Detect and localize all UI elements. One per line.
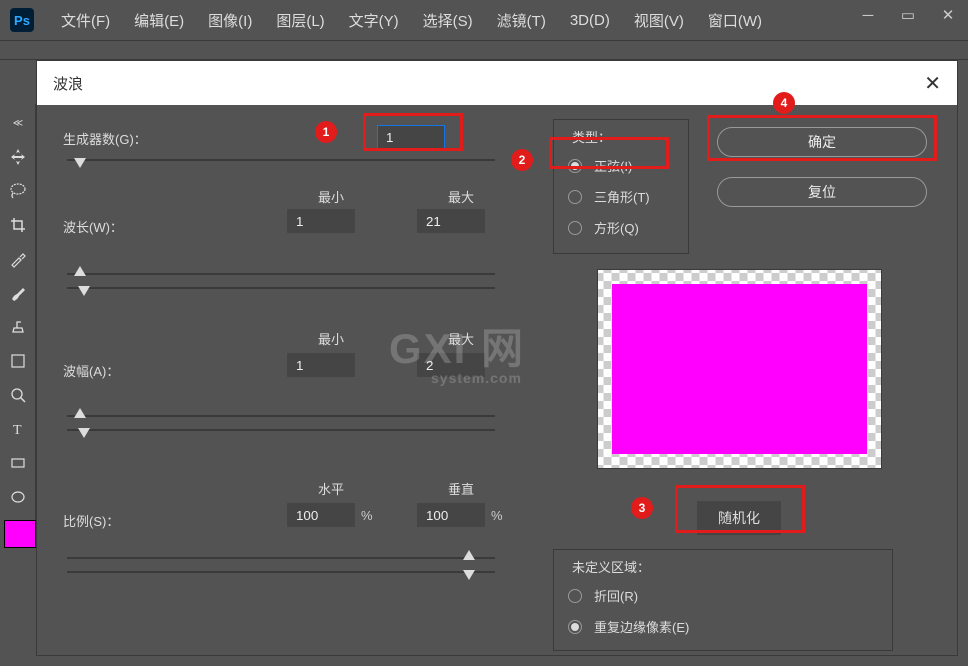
- radio-icon: [568, 589, 582, 603]
- close-icon[interactable]: ✕: [924, 71, 941, 96]
- amplitude-min-input[interactable]: [287, 353, 355, 377]
- crop-tool[interactable]: [2, 210, 34, 240]
- dialog-body: 生成器数(G)： 最小 最大 波长(W)： 最小 最大 波幅(A)：: [37, 105, 957, 655]
- amplitude-slider-max[interactable]: [67, 429, 495, 431]
- scale-h-label: 水平: [297, 479, 365, 498]
- scale-v-unit: %: [491, 508, 503, 523]
- undefined-wrap-label: 折回(R): [594, 586, 638, 605]
- preview-area: [597, 269, 882, 469]
- menu-3d[interactable]: 3D(D): [558, 12, 622, 29]
- scale-label: 比例(S)：: [63, 514, 119, 529]
- annotation-4: 4: [773, 92, 795, 114]
- generators-label: 生成器数(G)：: [63, 132, 147, 147]
- type-square-label: 方形(Q): [594, 218, 639, 237]
- scale-h-slider[interactable]: [67, 557, 495, 559]
- menu-edit[interactable]: 编辑(E): [122, 10, 196, 31]
- generators-slider[interactable]: [67, 159, 495, 161]
- minimize-button[interactable]: ─: [848, 0, 888, 30]
- annotation-3: 3: [631, 497, 653, 519]
- amplitude-max-input[interactable]: [417, 353, 485, 377]
- ellipse-tool[interactable]: [2, 482, 34, 512]
- annotation-box-3: [675, 485, 805, 533]
- clone-stamp-tool[interactable]: [2, 312, 34, 342]
- tools-panel: ≪ T: [0, 104, 36, 548]
- menu-image[interactable]: 图像(I): [196, 10, 264, 31]
- amplitude-slider-min[interactable]: [67, 415, 495, 417]
- menu-file[interactable]: 文件(F): [49, 10, 122, 31]
- preview-content: [612, 284, 867, 454]
- type-triangle-label: 三角形(T): [594, 187, 650, 206]
- eyedropper-tool[interactable]: [2, 244, 34, 274]
- menu-view[interactable]: 视图(V): [622, 10, 696, 31]
- brush-tool[interactable]: [2, 278, 34, 308]
- scale-v-label: 垂直: [427, 479, 495, 498]
- amplitude-label: 波幅(A)：: [63, 364, 119, 379]
- menu-filter[interactable]: 滤镜(T): [485, 10, 558, 31]
- zoom-tool[interactable]: [2, 380, 34, 410]
- wave-dialog: 波浪 ✕ 生成器数(G)： 最小 最大 波长(W)： 最小 最大 波幅(A): [36, 60, 958, 656]
- scale-h-unit: %: [361, 508, 373, 523]
- options-bar: [0, 40, 968, 60]
- type-triangle-radio[interactable]: 三角形(T): [568, 181, 674, 212]
- annotation-2: 2: [511, 149, 533, 171]
- menu-window[interactable]: 窗口(W): [696, 10, 774, 31]
- scale-h-input[interactable]: [287, 503, 355, 527]
- undefined-group: 未定义区域： 折回(R) 重复边缘像素(E): [553, 549, 893, 651]
- type-tool[interactable]: T: [2, 414, 34, 444]
- undefined-legend: 未定义区域：: [568, 557, 654, 576]
- reset-button[interactable]: 复位: [717, 177, 927, 207]
- undefined-wrap-radio[interactable]: 折回(R): [568, 580, 878, 611]
- scale-v-input[interactable]: [417, 503, 485, 527]
- panel-collapse-icon[interactable]: ≪: [2, 108, 34, 138]
- menu-layer[interactable]: 图层(L): [264, 10, 336, 31]
- wavelength-min-input[interactable]: [287, 209, 355, 233]
- lasso-tool[interactable]: [2, 176, 34, 206]
- annotation-1: 1: [315, 121, 337, 143]
- menu-type[interactable]: 文字(Y): [337, 10, 411, 31]
- radio-icon: [568, 190, 582, 204]
- radio-icon: [568, 620, 582, 634]
- close-button[interactable]: ✕: [928, 0, 968, 30]
- move-tool[interactable]: [2, 142, 34, 172]
- gradient-tool[interactable]: [2, 346, 34, 376]
- dialog-titlebar: 波浪 ✕: [37, 61, 957, 105]
- radio-icon: [568, 221, 582, 235]
- maximize-button[interactable]: ▭: [888, 0, 928, 30]
- wavelength-label: 波长(W)：: [63, 220, 123, 235]
- annotation-box-2: [549, 137, 669, 169]
- app-logo: Ps: [10, 8, 34, 32]
- menubar: Ps 文件(F) 编辑(E) 图像(I) 图层(L) 文字(Y) 选择(S) 滤…: [0, 0, 968, 40]
- dialog-title: 波浪: [53, 73, 83, 94]
- annotation-box-4: [707, 115, 937, 161]
- undefined-repeat-label: 重复边缘像素(E): [594, 617, 689, 636]
- amplitude-min-label: 最小: [297, 329, 365, 348]
- wavelength-max-label: 最大: [427, 187, 495, 206]
- svg-text:T: T: [13, 423, 22, 438]
- menu-select[interactable]: 选择(S): [411, 10, 485, 31]
- wavelength-min-label: 最小: [297, 187, 365, 206]
- scale-v-slider[interactable]: [67, 571, 495, 573]
- wavelength-slider-min[interactable]: [67, 273, 495, 275]
- amplitude-max-label: 最大: [427, 329, 495, 348]
- rectangle-tool[interactable]: [2, 448, 34, 478]
- window-controls: ─ ▭ ✕: [848, 0, 968, 40]
- annotation-box-1: [363, 113, 463, 151]
- undefined-repeat-radio[interactable]: 重复边缘像素(E): [568, 611, 878, 642]
- wavelength-slider-max[interactable]: [67, 287, 495, 289]
- foreground-color-swatch[interactable]: [4, 520, 36, 548]
- wavelength-max-input[interactable]: [417, 209, 485, 233]
- type-square-radio[interactable]: 方形(Q): [568, 212, 674, 243]
